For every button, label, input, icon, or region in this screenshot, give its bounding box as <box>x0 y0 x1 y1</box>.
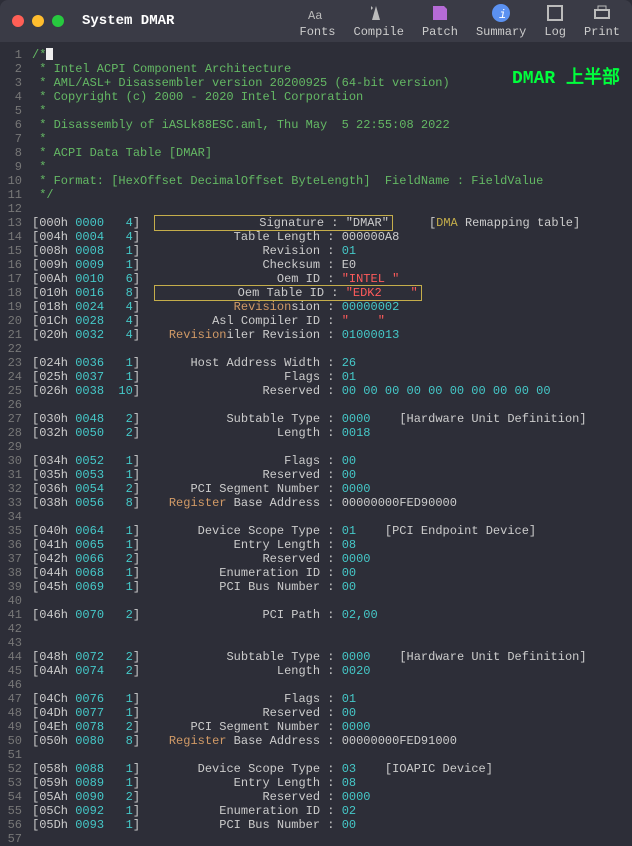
table-row: [038h 0056 8] Register Base Address : 00… <box>32 496 628 510</box>
fonts-button[interactable]: AaFonts <box>300 3 336 39</box>
comment-line: * Disassembly of iASLk88ESC.aml, Thu May… <box>32 118 628 132</box>
table-row: [04Ah 0074 2] Length : 0020 <box>32 664 628 678</box>
editor[interactable]: 1234567891011121314151617181920212223242… <box>0 42 632 845</box>
comment-line: * <box>32 160 628 174</box>
table-row: [040h 0064 1] Device Scope Type : 01 [PC… <box>32 524 628 538</box>
comment-line: * <box>32 104 628 118</box>
table-row: [020h 0032 4] Revisioniler Revision : 01… <box>32 328 628 342</box>
table-row: [05Ch 0092 1] Enumeration ID : 02 <box>32 804 628 818</box>
table-row: [000h 0000 4] Signature : "DMAR" [DMA Re… <box>32 216 628 230</box>
code-area[interactable]: DMAR 上半部 /* * Intel ACPI Component Archi… <box>28 42 632 845</box>
patch-button[interactable]: Patch <box>422 3 458 39</box>
table-row: [026h 0038 10] Reserved : 00 00 00 00 00… <box>32 384 628 398</box>
table-row: [008h 0008 1] Revision : 01 <box>32 244 628 258</box>
table-row: [05Ah 0090 2] Reserved : 0000 <box>32 790 628 804</box>
comment-line: /* <box>32 48 628 62</box>
table-row: [00Ah 0010 6] Oem ID : "INTEL " <box>32 272 628 286</box>
table-row: [059h 0089 1] Entry Length : 08 <box>32 776 628 790</box>
svg-text:Aa: Aa <box>308 9 322 23</box>
table-row: [044h 0068 1] Enumeration ID : 00 <box>32 566 628 580</box>
table-row: [025h 0037 1] Flags : 01 <box>32 370 628 384</box>
table-row: [041h 0065 1] Entry Length : 08 <box>32 538 628 552</box>
comment-line: * Copyright (c) 2000 - 2020 Intel Corpor… <box>32 90 628 104</box>
comment-line: */ <box>32 188 628 202</box>
table-row: [034h 0052 1] Flags : 00 <box>32 454 628 468</box>
table-row: [010h 0016 8] Oem Table ID : "EDK2 " <box>32 286 628 300</box>
table-row: [024h 0036 1] Host Address Width : 26 <box>32 356 628 370</box>
line-gutter: 1234567891011121314151617181920212223242… <box>0 42 28 845</box>
compile-button[interactable]: Compile <box>354 3 404 39</box>
table-row: [042h 0066 2] Reserved : 0000 <box>32 552 628 566</box>
maximize-icon[interactable] <box>52 15 64 27</box>
table-row: [050h 0080 8] Register Base Address : 00… <box>32 734 628 748</box>
window-title: System DMAR <box>82 13 290 29</box>
table-row: [046h 0070 2] PCI Path : 02,00 <box>32 608 628 622</box>
print-button[interactable]: Print <box>584 3 620 39</box>
traffic-lights <box>12 15 64 27</box>
minimize-icon[interactable] <box>32 15 44 27</box>
table-row: [009h 0009 1] Checksum : E0 <box>32 258 628 272</box>
table-row: [04Eh 0078 2] PCI Segment Number : 0000 <box>32 720 628 734</box>
section-badge: DMAR 上半部 <box>512 72 620 86</box>
log-button[interactable]: Log <box>544 3 566 39</box>
table-row: [05Dh 0093 1] PCI Bus Number : 00 <box>32 818 628 832</box>
comment-line: * <box>32 132 628 146</box>
close-icon[interactable] <box>12 15 24 27</box>
table-row: [048h 0072 2] Subtable Type : 0000 [Hard… <box>32 650 628 664</box>
table-row: [045h 0069 1] PCI Bus Number : 00 <box>32 580 628 594</box>
table-row: [035h 0053 1] Reserved : 00 <box>32 468 628 482</box>
table-row: [04Ch 0076 1] Flags : 01 <box>32 692 628 706</box>
svg-text:i: i <box>499 8 506 22</box>
table-row: [01Ch 0028 4] Asl Compiler ID : " " <box>32 314 628 328</box>
table-row: [04Dh 0077 1] Reserved : 00 <box>32 706 628 720</box>
table-row: [058h 0088 1] Device Scope Type : 03 [IO… <box>32 762 628 776</box>
titlebar: System DMAR AaFonts Compile Patch iSumma… <box>0 0 632 42</box>
table-row: [004h 0004 4] Table Length : 000000A8 <box>32 230 628 244</box>
table-row: [032h 0050 2] Length : 0018 <box>32 426 628 440</box>
table-row: [036h 0054 2] PCI Segment Number : 0000 <box>32 482 628 496</box>
summary-button[interactable]: iSummary <box>476 3 526 39</box>
comment-line: * ACPI Data Table [DMAR] <box>32 146 628 160</box>
table-row: [018h 0024 4] Revisionsion : 00000002 <box>32 300 628 314</box>
table-row: [030h 0048 2] Subtable Type : 0000 [Hard… <box>32 412 628 426</box>
comment-line: * Format: [HexOffset DecimalOffset ByteL… <box>32 174 628 188</box>
